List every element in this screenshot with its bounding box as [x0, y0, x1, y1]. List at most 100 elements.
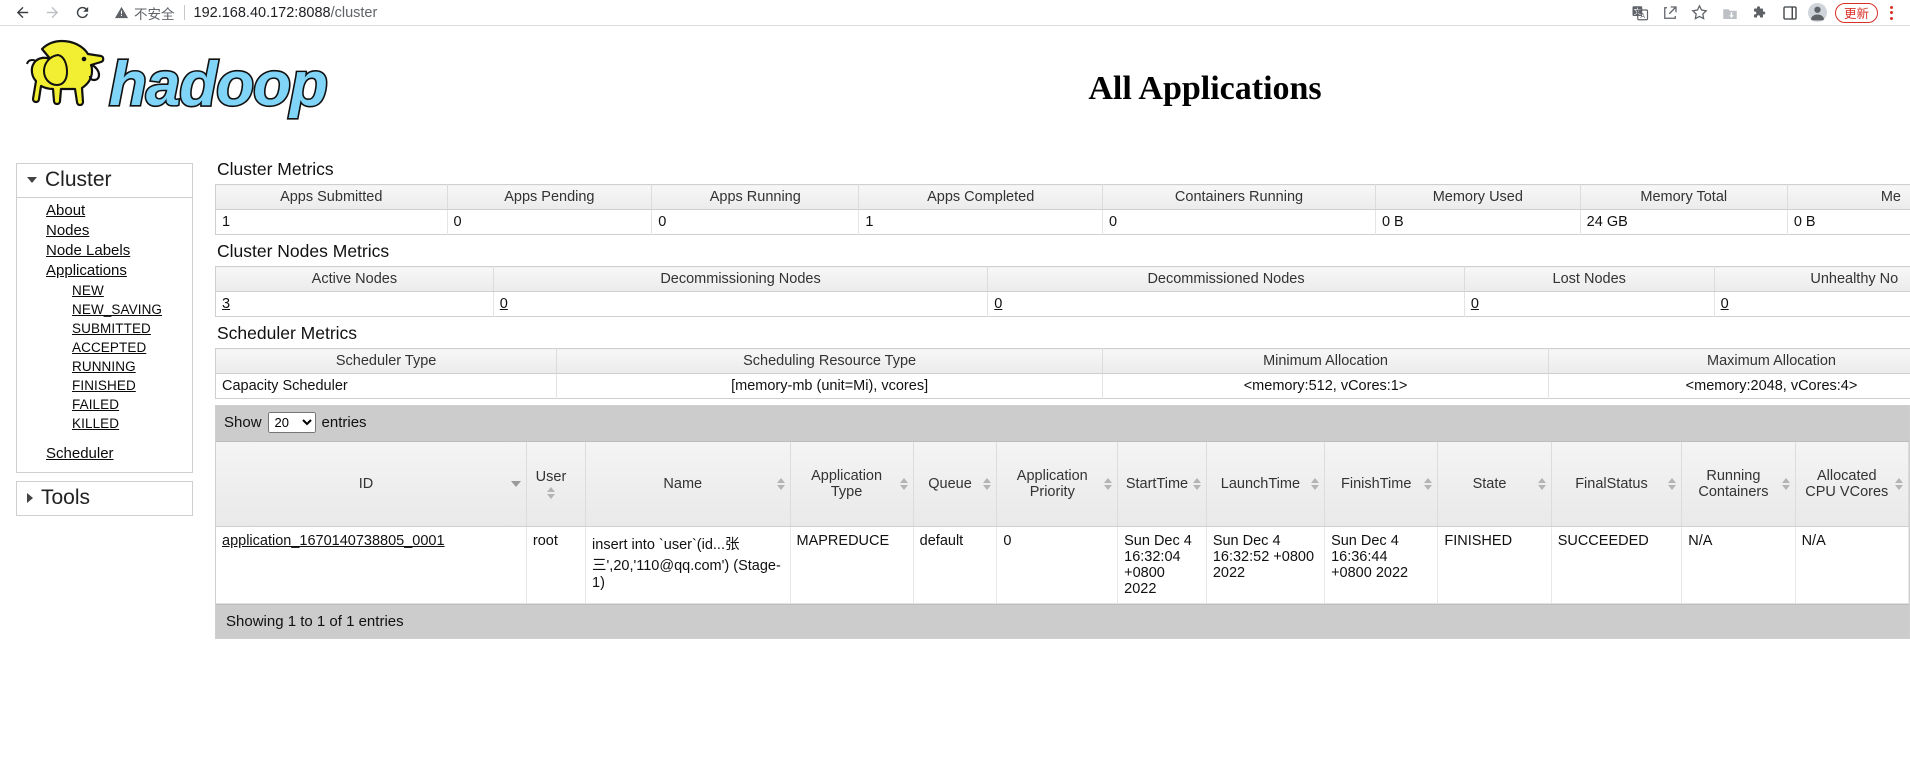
- th-scheduling-resource-type[interactable]: Scheduling Resource Type: [556, 348, 1104, 374]
- applications-table-footer: Showing 1 to 1 of 1 entries: [216, 603, 1909, 638]
- sort-both-icon[interactable]: [776, 477, 785, 490]
- security-warning[interactable]: 不安全: [114, 3, 175, 23]
- downloads-icon[interactable]: [1715, 1, 1745, 25]
- td-decommissioning-nodes: 0: [493, 291, 989, 317]
- th-unhealthy-nodes[interactable]: Unhealthy No: [1714, 266, 1910, 292]
- th-launchtime[interactable]: LaunchTime: [1206, 442, 1326, 527]
- th-finishtime[interactable]: FinishTime: [1324, 442, 1439, 527]
- sidebar-item-about[interactable]: About: [17, 201, 192, 221]
- th-scheduler-type[interactable]: Scheduler Type: [215, 348, 558, 374]
- unhealthy-nodes-link[interactable]: 0: [1721, 296, 1729, 312]
- th-containers-running[interactable]: Containers Running: [1102, 184, 1376, 210]
- applications-table: ID User Name Application Type Queue Appl…: [216, 442, 1910, 604]
- table-header-row: Scheduler Type Scheduling Resource Type …: [215, 348, 1910, 374]
- th-memory-reserved[interactable]: Me: [1787, 184, 1910, 210]
- star-icon[interactable]: [1685, 1, 1715, 25]
- th-apps-pending[interactable]: Apps Pending: [447, 184, 653, 210]
- cluster-nodes-metrics-table: Active Nodes Decommissioning Nodes Decom…: [215, 266, 1910, 317]
- tools-panel-title: Tools: [41, 486, 91, 509]
- sidebar-item-applications[interactable]: Applications: [17, 261, 192, 281]
- page-title: All Applications: [1088, 70, 1322, 107]
- hadoop-logo[interactable]: hadoop: [14, 31, 334, 129]
- puzzle-icon[interactable]: [1745, 1, 1775, 25]
- td-application-type: MAPREDUCE: [790, 526, 914, 604]
- sort-both-icon[interactable]: [1424, 477, 1433, 490]
- address-bar[interactable]: 不安全 192.168.40.172:8088/cluster: [106, 1, 526, 24]
- sort-both-icon[interactable]: [533, 486, 569, 499]
- page-size-select[interactable]: 20 50 100: [267, 412, 316, 433]
- sidebar-item-finished[interactable]: FINISHED: [17, 376, 192, 395]
- sidebar-item-new[interactable]: NEW: [17, 281, 192, 300]
- th-state[interactable]: State: [1437, 442, 1552, 527]
- th-application-type[interactable]: Application Type: [790, 442, 914, 527]
- th-active-nodes[interactable]: Active Nodes: [215, 266, 494, 292]
- th-memory-total[interactable]: Memory Total: [1580, 184, 1788, 210]
- th-finalstatus[interactable]: FinalStatus: [1551, 442, 1683, 527]
- sort-both-icon[interactable]: [983, 477, 992, 490]
- th-apps-completed[interactable]: Apps Completed: [858, 184, 1104, 210]
- forward-arrow-icon[interactable]: [38, 1, 66, 25]
- chevron-right-icon: [27, 493, 33, 503]
- th-id[interactable]: ID: [216, 442, 527, 527]
- update-button[interactable]: 更新: [1834, 2, 1878, 23]
- page-header: hadoop All Applications: [0, 26, 1910, 134]
- td-finishtime: Sun Dec 4 16:36:44 +0800 2022: [1324, 526, 1439, 604]
- application-id-link[interactable]: application_1670140738805_0001: [222, 533, 445, 549]
- th-starttime-label: StartTime: [1125, 475, 1189, 492]
- th-name[interactable]: Name: [585, 442, 791, 527]
- sidebar-item-killed[interactable]: KILLED: [17, 414, 192, 433]
- lost-nodes-link[interactable]: 0: [1471, 296, 1479, 312]
- th-memory-used[interactable]: Memory Used: [1375, 184, 1581, 210]
- sort-both-icon[interactable]: [1311, 477, 1320, 490]
- th-queue[interactable]: Queue: [913, 442, 998, 527]
- sort-both-icon[interactable]: [1537, 477, 1546, 490]
- th-running-containers[interactable]: Running Containers: [1681, 442, 1796, 527]
- th-apps-running[interactable]: Apps Running: [651, 184, 860, 210]
- applications-table-controls: Show 20 50 100 entries: [216, 406, 1909, 442]
- sort-both-icon[interactable]: [1192, 477, 1201, 490]
- navigation-buttons: [8, 1, 96, 25]
- sidebar-item-failed[interactable]: FAILED: [17, 395, 192, 414]
- sort-both-icon[interactable]: [1104, 477, 1113, 490]
- th-minimum-allocation[interactable]: Minimum Allocation: [1102, 348, 1549, 374]
- cluster-panel: Cluster About Nodes Node Labels Applicat…: [16, 163, 193, 473]
- sidebar-item-nodes[interactable]: Nodes: [17, 221, 192, 241]
- tools-panel-header[interactable]: Tools: [17, 482, 192, 515]
- sort-both-icon[interactable]: [1781, 477, 1790, 490]
- th-decommissioning-nodes[interactable]: Decommissioning Nodes: [493, 266, 989, 292]
- side-panel-icon[interactable]: [1775, 1, 1805, 25]
- decommissioned-nodes-link[interactable]: 0: [994, 296, 1002, 312]
- decommissioning-nodes-link[interactable]: 0: [500, 296, 508, 312]
- sidebar-item-new-saving[interactable]: NEW_SAVING: [17, 300, 192, 319]
- translate-icon[interactable]: 文 A: [1625, 1, 1655, 25]
- back-arrow-icon[interactable]: [8, 1, 36, 25]
- th-maximum-allocation[interactable]: Maximum Allocation: [1548, 348, 1910, 374]
- th-starttime[interactable]: StartTime: [1117, 442, 1207, 527]
- sidebar-item-running[interactable]: RUNNING: [17, 357, 192, 376]
- sort-both-icon[interactable]: [1668, 477, 1677, 490]
- th-state-label: State: [1472, 475, 1507, 492]
- sort-both-icon[interactable]: [899, 477, 908, 490]
- th-application-priority[interactable]: Application Priority: [996, 442, 1119, 527]
- sort-desc-icon[interactable]: [510, 480, 521, 487]
- sidebar-item-submitted[interactable]: SUBMITTED: [17, 319, 192, 338]
- sidebar: Cluster About Nodes Node Labels Applicat…: [16, 163, 193, 524]
- td-minimum-allocation: <memory:512, vCores:1>: [1102, 373, 1549, 399]
- th-apps-submitted[interactable]: Apps Submitted: [215, 184, 448, 210]
- th-user-label: User: [535, 468, 567, 485]
- avatar[interactable]: [1805, 2, 1831, 24]
- th-user[interactable]: User: [526, 442, 587, 527]
- cluster-panel-header[interactable]: Cluster: [17, 164, 192, 198]
- share-icon[interactable]: [1655, 1, 1685, 25]
- sidebar-item-node-labels[interactable]: Node Labels: [17, 241, 192, 261]
- active-nodes-link[interactable]: 3: [222, 296, 230, 312]
- omnibox-divider: [183, 5, 185, 20]
- th-lost-nodes[interactable]: Lost Nodes: [1464, 266, 1715, 292]
- kebab-menu-icon[interactable]: [1880, 1, 1902, 25]
- th-allocated-cpu-vcores[interactable]: Allocated CPU VCores: [1795, 442, 1910, 527]
- sort-both-icon[interactable]: [1895, 477, 1903, 490]
- sidebar-item-accepted[interactable]: ACCEPTED: [17, 338, 192, 357]
- sidebar-item-scheduler[interactable]: Scheduler: [17, 444, 192, 464]
- th-decommissioned-nodes[interactable]: Decommissioned Nodes: [987, 266, 1465, 292]
- reload-icon[interactable]: [68, 1, 96, 25]
